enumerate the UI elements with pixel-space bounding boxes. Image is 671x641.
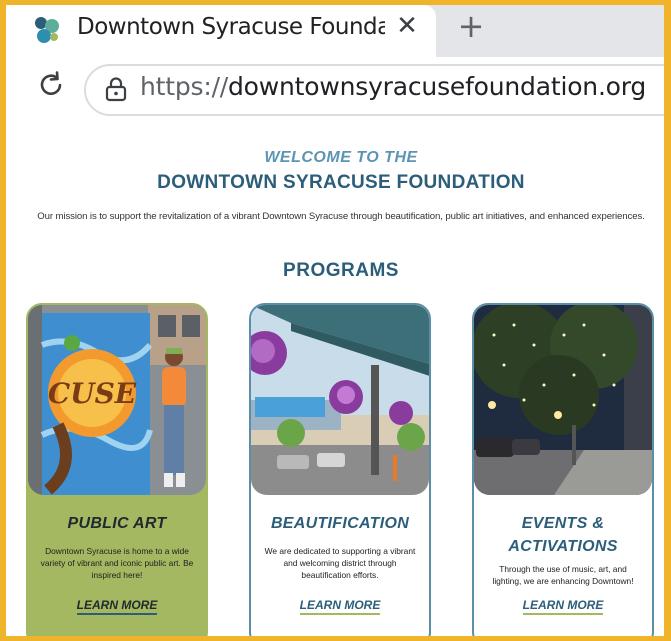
tab-title: Downtown Syracuse Foundation | D bbox=[77, 14, 385, 40]
page-title: DOWNTOWN SYRACUSE FOUNDATION bbox=[157, 172, 525, 193]
card-title: EVENTS & ACTIVATIONS bbox=[474, 512, 652, 558]
learn-more-label: LEARN MORE bbox=[76, 598, 158, 615]
url-host: downtownsyracusefoundation.org bbox=[228, 72, 647, 101]
learn-more-link[interactable]: LEARN MORE bbox=[251, 598, 429, 615]
lock-icon[interactable] bbox=[104, 76, 128, 102]
learn-more-link[interactable]: LEARN MORE bbox=[28, 598, 206, 615]
learn-more-link[interactable]: LEARN MORE bbox=[474, 598, 652, 615]
card-description: Downtown Syracuse is home to a wide vari… bbox=[40, 546, 194, 580]
events-image bbox=[474, 305, 652, 495]
browser-window: Downtown Syracuse Foundation | D ✕ + htt… bbox=[6, 5, 664, 636]
url-text: https://downtownsyracusefoundation.org bbox=[140, 72, 646, 101]
address-bar[interactable]: https://downtownsyracusefoundation.org bbox=[84, 64, 664, 116]
url-scheme: https:// bbox=[140, 72, 229, 101]
welcome-subtitle: WELCOME TO THE bbox=[264, 149, 418, 166]
card-title: PUBLIC ART bbox=[67, 515, 167, 532]
card-title-line: ACTIVATIONS bbox=[508, 538, 618, 555]
card-title: BEAUTIFICATION bbox=[270, 515, 410, 532]
card-title-line: EVENTS & bbox=[521, 515, 605, 532]
tab-strip: Downtown Syracuse Foundation | D ✕ + bbox=[6, 5, 664, 57]
card-description: Through the use of music, art, and light… bbox=[492, 564, 634, 586]
public-art-image: CUSE bbox=[28, 305, 206, 495]
program-card-beautification[interactable]: BEAUTIFICATION We are dedicated to suppo… bbox=[249, 303, 431, 636]
new-tab-icon[interactable]: + bbox=[456, 10, 486, 42]
reload-icon[interactable] bbox=[36, 70, 66, 100]
mission-statement: Our mission is to support the revitaliza… bbox=[37, 211, 645, 222]
learn-more-label: LEARN MORE bbox=[299, 598, 381, 615]
active-tab[interactable]: Downtown Syracuse Foundation | D ✕ bbox=[6, 5, 436, 57]
card-description: We are dedicated to supporting a vibrant… bbox=[264, 546, 416, 580]
close-icon[interactable]: ✕ bbox=[394, 11, 420, 41]
beautification-image bbox=[251, 305, 429, 495]
programs-heading: PROGRAMS bbox=[283, 260, 399, 281]
learn-more-label: LEARN MORE bbox=[522, 598, 604, 615]
browser-toolbar: https://downtownsyracusefoundation.org bbox=[6, 57, 664, 116]
page-content: WELCOME TO THE DOWNTOWN SYRACUSE FOUNDAT… bbox=[6, 115, 664, 636]
favicon-icon bbox=[35, 17, 59, 43]
mural-text: CUSE bbox=[48, 377, 137, 410]
program-card-events-activations[interactable]: EVENTS & ACTIVATIONS Through the use of … bbox=[472, 303, 654, 636]
program-card-public-art[interactable]: CUSE PUBLIC ART Downtown Syracuse is hom… bbox=[26, 303, 208, 636]
